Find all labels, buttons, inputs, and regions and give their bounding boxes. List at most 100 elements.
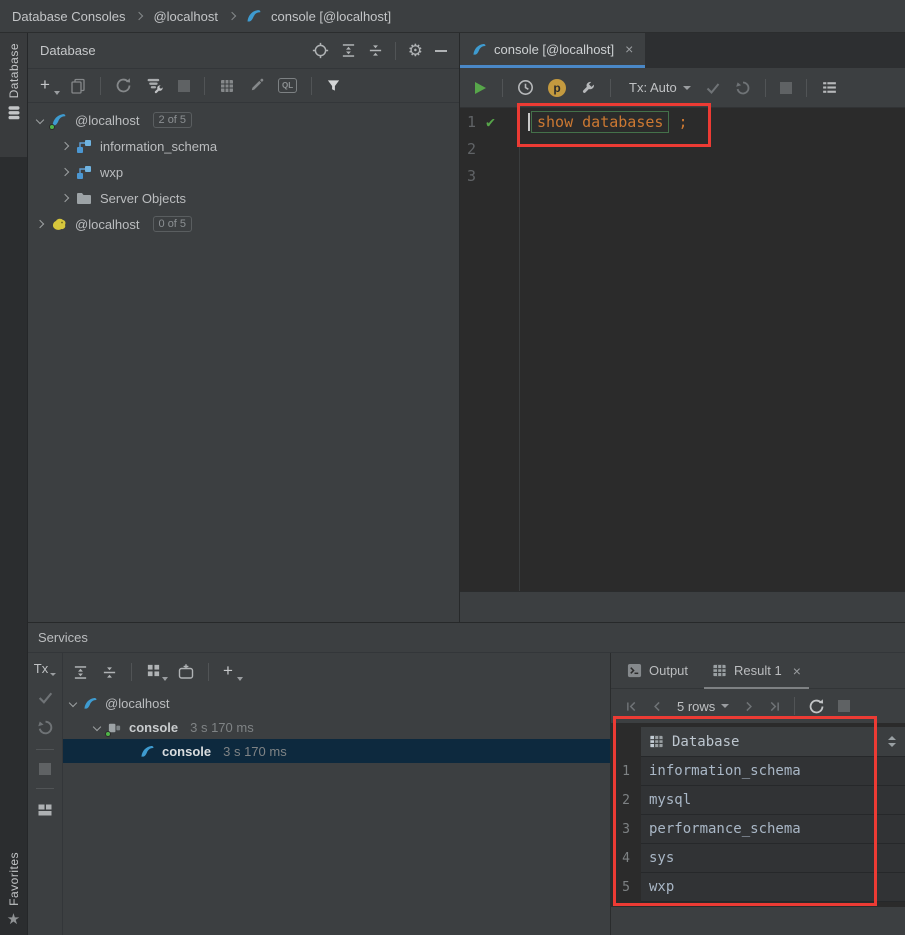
table-row[interactable]: 4sys [611, 844, 905, 873]
code-line-1[interactable]: show databases ; [520, 108, 905, 135]
locate-icon[interactable] [312, 42, 329, 59]
collapse-all-icon[interactable] [368, 43, 383, 58]
tab-console-localhost[interactable]: console [@localhost] × [460, 33, 645, 68]
rollback-icon[interactable] [735, 80, 751, 96]
refresh-icon[interactable] [808, 698, 825, 715]
tree-label: information_schema [100, 139, 217, 154]
tree-row-information-schema[interactable]: information_schema [28, 133, 459, 159]
chevron-down-icon [721, 704, 729, 708]
service-row-console-selected[interactable]: console 3 s 170 ms [63, 739, 610, 763]
layout-windows-icon[interactable] [37, 802, 53, 818]
next-page-icon[interactable] [742, 700, 755, 713]
tab-result-1[interactable]: Result 1 × [704, 653, 809, 688]
edit-pencil-icon[interactable] [249, 78, 264, 93]
commit-check-icon[interactable] [37, 689, 54, 706]
sql-editor[interactable]: 1✔ 2 3 show databases ; [460, 108, 905, 591]
output-options-icon[interactable] [821, 79, 838, 96]
cell-database-value[interactable]: information_schema [641, 757, 905, 786]
close-icon[interactable]: × [625, 42, 633, 56]
services-header: Services [28, 623, 905, 653]
service-row-console-session[interactable]: console 3 s 170 ms [63, 715, 610, 739]
stop-icon[interactable] [838, 700, 850, 712]
row-number[interactable]: 4 [611, 844, 641, 873]
tree-row-server-objects[interactable]: Server Objects [28, 185, 459, 211]
tx-toggle[interactable]: Tx [34, 661, 56, 676]
console-ql-icon[interactable]: QL [278, 78, 297, 93]
breadcrumb-localhost[interactable]: @localhost [153, 9, 218, 24]
services-panel: Services Tx + @localhos [28, 622, 905, 935]
table-row[interactable]: 2mysql [611, 786, 905, 815]
column-header-database[interactable]: Database [641, 727, 905, 757]
previous-page-icon[interactable] [651, 700, 664, 713]
table-row[interactable]: 5wxp [611, 873, 905, 902]
stripe-button-database[interactable]: Database [0, 33, 27, 157]
cell-database-value[interactable]: sys [641, 844, 905, 873]
chevron-right-icon[interactable] [36, 220, 44, 228]
open-in-new-frame-icon[interactable] [178, 664, 194, 680]
expand-all-icon[interactable] [341, 43, 356, 58]
breadcrumb-console[interactable]: console [@localhost] [271, 9, 391, 24]
output-console-icon [627, 663, 642, 678]
hide-panel-icon[interactable] [435, 50, 447, 52]
history-clock-icon[interactable] [517, 79, 534, 96]
chevron-right-icon[interactable] [61, 168, 69, 176]
editor-tab-bar: console [@localhost] × [460, 33, 905, 68]
row-number[interactable]: 2 [611, 786, 641, 815]
cell-database-value[interactable]: performance_schema [641, 815, 905, 844]
chevron-right-icon[interactable] [61, 142, 69, 150]
toolbar-separator [395, 42, 396, 60]
editor-toolbar: p Tx: Auto [460, 68, 905, 108]
service-row-localhost[interactable]: @localhost [63, 691, 610, 715]
run-button[interactable] [472, 80, 488, 96]
chevron-down-icon[interactable] [36, 116, 44, 124]
row-number[interactable]: 5 [611, 873, 641, 902]
tree-row-localhost-mysql[interactable]: @localhost 2 of 5 [28, 107, 459, 133]
cell-database-value[interactable]: wxp [641, 873, 905, 902]
breadcrumb-database-consoles[interactable]: Database Consoles [12, 9, 125, 24]
folder-icon [76, 190, 92, 206]
duplicate-icon[interactable] [70, 78, 86, 94]
row-number[interactable]: 1 [611, 757, 641, 786]
cell-database-value[interactable]: mysql [641, 786, 905, 815]
services-toolbar: + [63, 653, 610, 691]
mysql-dolphin-icon [83, 696, 98, 711]
code-area[interactable]: show databases ; [520, 108, 905, 591]
tree-row-wxp[interactable]: wxp [28, 159, 459, 185]
database-toolbar: + QL [28, 68, 459, 103]
tx-mode-dropdown[interactable]: Tx: Auto [629, 80, 691, 95]
stop-icon[interactable] [178, 80, 190, 92]
data-source-properties-icon[interactable] [146, 77, 164, 95]
first-page-icon[interactable] [625, 700, 638, 713]
refresh-icon[interactable] [115, 77, 132, 94]
chevron-right-icon[interactable] [61, 194, 69, 202]
tree-row-localhost-mariadb[interactable]: @localhost 0 of 5 [28, 211, 459, 237]
table-row[interactable]: 3performance_schema [611, 815, 905, 844]
add-service-button[interactable]: + [223, 663, 239, 681]
rollback-icon[interactable] [37, 719, 54, 736]
collapse-all-icon[interactable] [102, 665, 117, 680]
close-icon[interactable]: × [793, 664, 801, 678]
parameters-icon[interactable]: p [548, 79, 566, 97]
gear-icon[interactable]: ⚙ [408, 43, 423, 59]
tab-output[interactable]: Output [619, 653, 696, 688]
table-row[interactable]: 1information_schema [611, 757, 905, 786]
wrench-icon[interactable] [580, 80, 596, 96]
stop-icon[interactable] [39, 763, 51, 775]
commit-check-icon[interactable] [705, 80, 721, 96]
chevron-down-icon[interactable] [69, 699, 77, 707]
sort-icon[interactable] [888, 736, 896, 747]
stripe-button-favorites[interactable]: Favorites ★ [0, 852, 27, 933]
chevron-down-icon[interactable] [93, 723, 101, 731]
row-number[interactable]: 3 [611, 815, 641, 844]
add-data-source-button[interactable]: + [40, 77, 56, 95]
page-size-dropdown[interactable]: 5 rows [677, 699, 729, 714]
table-view-icon[interactable] [219, 78, 235, 94]
services-left-toolbar: Tx [28, 653, 63, 935]
services-tree: + @localhost console 3 s 170 ms console … [63, 653, 610, 935]
last-page-icon[interactable] [768, 700, 781, 713]
toolbar-separator [806, 79, 807, 97]
expand-all-icon[interactable] [73, 665, 88, 680]
view-mode-grid-button[interactable] [146, 663, 164, 681]
filter-icon[interactable] [326, 78, 341, 93]
stop-icon[interactable] [780, 82, 792, 94]
